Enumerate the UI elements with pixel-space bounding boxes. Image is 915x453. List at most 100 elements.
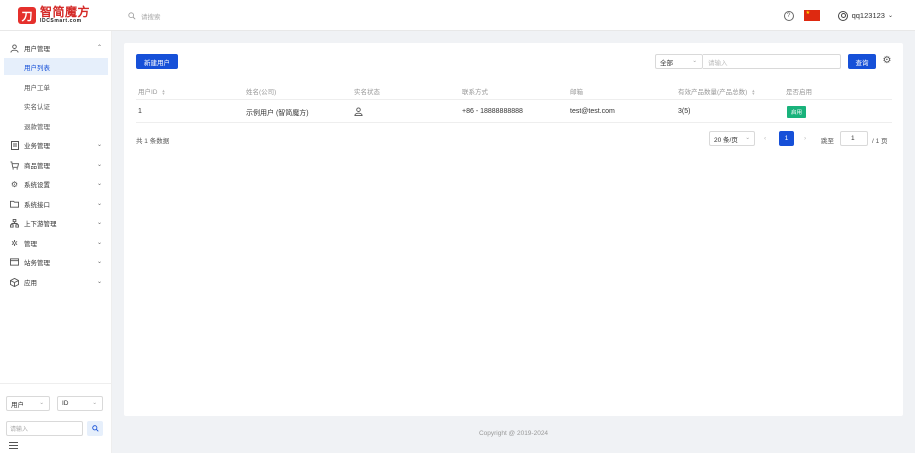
chevron-down-icon: ⌄ xyxy=(96,279,102,285)
sidebar-group-site[interactable]: 站务管理 ⌄ xyxy=(0,253,112,271)
sidebar-group-settings[interactable]: ⚙ 系统设置 ⌄ xyxy=(0,175,112,193)
column-header-enabled: 是否启用 xyxy=(786,89,812,96)
logo-mark-icon: 刀 xyxy=(18,7,36,24)
chevron-up-icon: ⌃ xyxy=(96,45,102,51)
column-header-verification: 实名状态 xyxy=(354,89,380,96)
hierarchy-icon xyxy=(10,218,19,228)
chevron-down-icon[interactable]: ⌄ xyxy=(888,12,893,19)
chevron-down-icon: ⌄ xyxy=(96,162,102,168)
chevron-down-icon: ⌄ xyxy=(96,142,102,148)
quick-search-input[interactable]: 请输入 xyxy=(6,421,83,436)
collapse-menu-icon[interactable] xyxy=(9,442,18,451)
page-size-value: 20 条/页 xyxy=(714,136,738,144)
total-pages: / 1 页 xyxy=(872,138,888,145)
sidebar-group-apps[interactable]: 应用 ⌄ xyxy=(0,273,112,291)
cell-user-name[interactable]: 示例用户 (智简魔方) xyxy=(246,108,309,118)
document-icon xyxy=(10,140,19,150)
chevron-down-icon: ⌄ xyxy=(92,400,97,406)
table-row: 1 示例用户 (智简魔方) +86 - 18888888888 test@tes… xyxy=(136,101,892,123)
cart-icon xyxy=(10,160,19,170)
column-header-id[interactable]: 用户ID ▲ ▼ xyxy=(138,86,165,96)
quick-search-field-select[interactable]: ID ⌄ xyxy=(57,396,103,411)
unverified-user-icon xyxy=(354,107,363,118)
user-avatar-icon[interactable] xyxy=(837,10,848,21)
new-user-button[interactable]: 新建用户 xyxy=(136,54,178,69)
total-count: 共 1 条数据 xyxy=(136,138,170,145)
status-badge[interactable]: 启用 xyxy=(787,106,807,118)
box-icon xyxy=(10,277,19,287)
sidebar-group-interfaces[interactable]: 系统接口 ⌄ xyxy=(0,195,112,213)
folder-icon xyxy=(10,200,19,209)
user-icon xyxy=(10,43,19,53)
page-size-select[interactable]: 20 条/页 ⌄ xyxy=(709,131,755,146)
user-list-card: 新建用户 全部 ⌄ 请输入 查询 ⚙ 用户ID ▲ ▼ 姓名(公司) 实名状态 联系… xyxy=(124,43,903,416)
sidebar-group-label: 站务管理 xyxy=(24,260,50,267)
quick-search-type-select[interactable]: 用户 ⌄ xyxy=(6,396,50,411)
quick-search-field-value: ID xyxy=(62,400,69,407)
sidebar-item-user-tickets[interactable]: 用户工单 xyxy=(4,78,108,95)
prev-page-icon[interactable]: ‹ xyxy=(764,135,766,142)
global-search-placeholder: 请搜索 xyxy=(141,14,161,21)
sidebar-group-user-management[interactable]: 用户管理 ⌃ xyxy=(0,39,112,57)
sort-icon[interactable]: ▲ ▼ xyxy=(162,89,166,96)
logo-title: 智简魔方 xyxy=(40,5,91,19)
sidebar-group-manage[interactable]: ✲ 管理 ⌄ xyxy=(0,234,112,252)
filter-select-value: 全部 xyxy=(660,59,673,67)
chevron-down-icon: ⌄ xyxy=(96,220,102,226)
sort-icon[interactable]: ▲ ▼ xyxy=(751,89,755,96)
sidebar-group-label: 用户管理 xyxy=(24,46,50,53)
jump-page-input[interactable]: 1 xyxy=(840,131,868,146)
query-button[interactable]: 查询 xyxy=(848,54,876,69)
sidebar-group-label: 管理 xyxy=(24,241,37,248)
table-header: 用户ID ▲ ▼ 姓名(公司) 实名状态 联系方式 邮箱 有效产品数量(产品总数) ▲… xyxy=(136,80,892,100)
sidebar-quick-search: 用户 ⌄ ID ⌄ 请输入 xyxy=(0,383,112,453)
chevron-down-icon: ⌄ xyxy=(745,135,750,141)
sidebar-group-label: 系统设置 xyxy=(24,182,50,189)
column-header-name: 姓名(公司) xyxy=(246,89,277,96)
sidebar-group-label: 上下游管理 xyxy=(24,221,57,228)
cell-user-id: 1 xyxy=(138,108,142,115)
sidebar-group-business[interactable]: 业务管理 ⌄ xyxy=(0,136,112,154)
column-header-email: 邮箱 xyxy=(570,89,583,96)
filter-input[interactable]: 请输入 xyxy=(703,54,841,69)
top-bar: 刀 智简魔方 IDCSmart.com 请搜索 ? qq123123 ⌄ xyxy=(0,0,915,31)
chevron-down-icon: ⌄ xyxy=(96,181,102,187)
chevron-down-icon: ⌄ xyxy=(692,58,697,64)
sidebar-item-verification[interactable]: 实名认证 xyxy=(4,97,108,114)
window-icon xyxy=(10,258,19,267)
sidebar: 用户管理 ⌃ 用户列表 用户工单 实名认证 退款管理 业务管理 ⌄ 商品管理 ⌄… xyxy=(0,31,112,453)
sidebar-item-user-list[interactable]: 用户列表 xyxy=(4,58,108,75)
language-flag-icon[interactable] xyxy=(803,10,820,21)
chevron-down-icon: ⌄ xyxy=(96,201,102,207)
sidebar-group-products[interactable]: 商品管理 ⌄ xyxy=(0,156,112,174)
chevron-down-icon: ⌄ xyxy=(39,400,44,406)
cell-products[interactable]: 3(5) xyxy=(678,108,690,115)
cell-contact: +86 - 18888888888 xyxy=(462,108,523,115)
page-button-current[interactable]: 1 xyxy=(779,131,794,146)
footer-copyright: Copyright @ 2019-2024 xyxy=(478,430,549,437)
sidebar-group-label: 商品管理 xyxy=(24,163,50,170)
global-search[interactable]: 请搜索 xyxy=(128,11,161,21)
username[interactable]: qq123123 xyxy=(852,11,885,20)
search-icon xyxy=(91,425,99,432)
sidebar-group-upstream[interactable]: 上下游管理 ⌄ xyxy=(0,214,112,232)
next-page-icon[interactable]: › xyxy=(804,135,806,142)
column-header-contact: 联系方式 xyxy=(462,89,488,96)
quick-search-button[interactable] xyxy=(87,421,103,436)
grid-icon: ✲ xyxy=(11,238,18,248)
logo[interactable]: 刀 智简魔方 IDCSmart.com xyxy=(18,5,91,24)
gear-icon[interactable]: ⚙ xyxy=(881,54,893,66)
sidebar-group-label: 应用 xyxy=(24,280,37,287)
column-header-products[interactable]: 有效产品数量(产品总数) ▲ ▼ xyxy=(678,86,755,96)
sidebar-group-label: 系统接口 xyxy=(24,202,50,209)
sidebar-item-refunds[interactable]: 退款管理 xyxy=(4,117,108,134)
quick-search-type-value: 用户 xyxy=(11,401,24,409)
chevron-down-icon: ⌄ xyxy=(96,240,102,246)
filter-select[interactable]: 全部 ⌄ xyxy=(655,54,703,69)
jump-label: 跳至 xyxy=(821,138,834,145)
gear-icon: ⚙ xyxy=(10,179,19,189)
cell-email: test@test.com xyxy=(570,108,615,115)
sidebar-group-label: 业务管理 xyxy=(24,143,50,150)
search-icon xyxy=(128,12,136,20)
help-icon[interactable]: ? xyxy=(783,10,794,21)
